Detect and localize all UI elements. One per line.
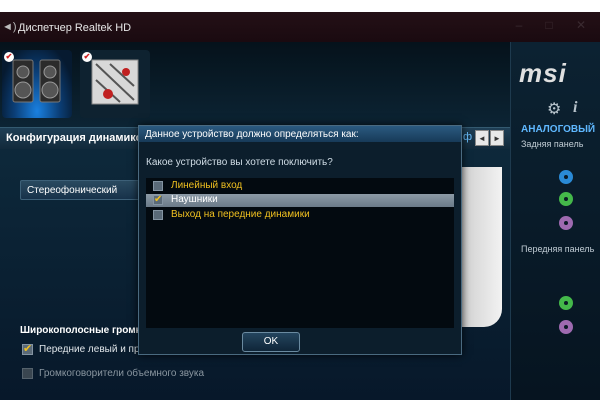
checkbox-unchecked[interactable] — [153, 210, 163, 220]
jack-blue-icon[interactable] — [559, 170, 573, 184]
checkbox-unchecked[interactable] — [153, 181, 163, 191]
checkbox-disabled — [22, 368, 33, 379]
tab-microphone[interactable]: ✔ — [80, 50, 150, 118]
jack-green-icon[interactable] — [559, 192, 573, 206]
check-badge-icon: ✔ — [4, 52, 14, 62]
option-label: Выход на передние динамики — [171, 209, 310, 220]
info-icon[interactable]: i — [573, 99, 577, 117]
front-jack-green-icon[interactable] — [559, 296, 573, 310]
desktop-strip — [0, 0, 600, 12]
option-front-speaker-out[interactable]: Выход на передние динамики — [149, 209, 457, 222]
analog-title: АНАЛОГОВЫЙ — [521, 124, 596, 135]
nav-prev-button[interactable]: ◄ — [475, 130, 489, 146]
section-title: Конфигурация динамиков — [6, 132, 150, 144]
rear-panel-label: Задняя панель — [521, 139, 584, 149]
tab-speakers[interactable]: ✔ — [2, 50, 72, 118]
speaker-config-dropdown[interactable]: Стереофонический — [20, 180, 142, 200]
option-line-in[interactable]: Линейный вход — [149, 180, 457, 193]
check-badge-icon: ✔ — [82, 52, 92, 62]
header-partial-text: ф — [463, 131, 473, 143]
option-label: Линейный вход — [171, 180, 243, 191]
device-type-dialog: Данное устройство должно определяться ка… — [138, 125, 462, 355]
ok-button[interactable]: OK — [242, 332, 300, 352]
jack-pink-icon[interactable] — [559, 216, 573, 230]
realtek-window: ◄) Диспетчер Realtek HD – □ ✕ ✔ ✔ Конфиг… — [0, 12, 600, 400]
maximize-button[interactable]: □ — [540, 18, 558, 34]
option-label: Наушники — [171, 194, 218, 205]
title-bar: ◄) Диспетчер Realtek HD – □ ✕ — [0, 12, 600, 42]
minimize-button[interactable]: – — [510, 18, 528, 34]
fullrange-group-label: Широкополосные громко — [20, 325, 147, 336]
msi-logo: msi — [519, 58, 567, 88]
front-jack-pink-icon[interactable] — [559, 320, 573, 334]
device-tabs: ✔ ✔ — [0, 42, 510, 127]
checkbox-checked[interactable]: ✔ — [22, 344, 33, 355]
option-headphones[interactable]: ✔ Наушники — [146, 194, 454, 207]
option-label: Передние левый и пра — [39, 344, 146, 355]
close-button[interactable]: ✕ — [572, 18, 590, 34]
device-option-list: Линейный вход ✔ Наушники Выход на передн… — [146, 178, 454, 328]
dialog-question: Какое устройство вы хотете поключить? — [146, 157, 333, 168]
window-title: Диспетчер Realtek HD — [18, 22, 132, 34]
nav-next-button[interactable]: ► — [490, 130, 504, 146]
front-panel-label: Передняя панель — [521, 244, 595, 254]
gear-icon[interactable]: ⚙ — [547, 99, 561, 119]
option-label: Громкоговорители объемного звука — [39, 368, 205, 379]
dialog-title: Данное устройство должно определяться ка… — [139, 126, 461, 142]
checkbox-checked[interactable]: ✔ — [153, 195, 163, 205]
speaker-icon: ◄) — [2, 21, 17, 33]
sidebar: msi ⚙ i АНАЛОГОВЫЙ Задняя панель Передня… — [510, 42, 600, 400]
